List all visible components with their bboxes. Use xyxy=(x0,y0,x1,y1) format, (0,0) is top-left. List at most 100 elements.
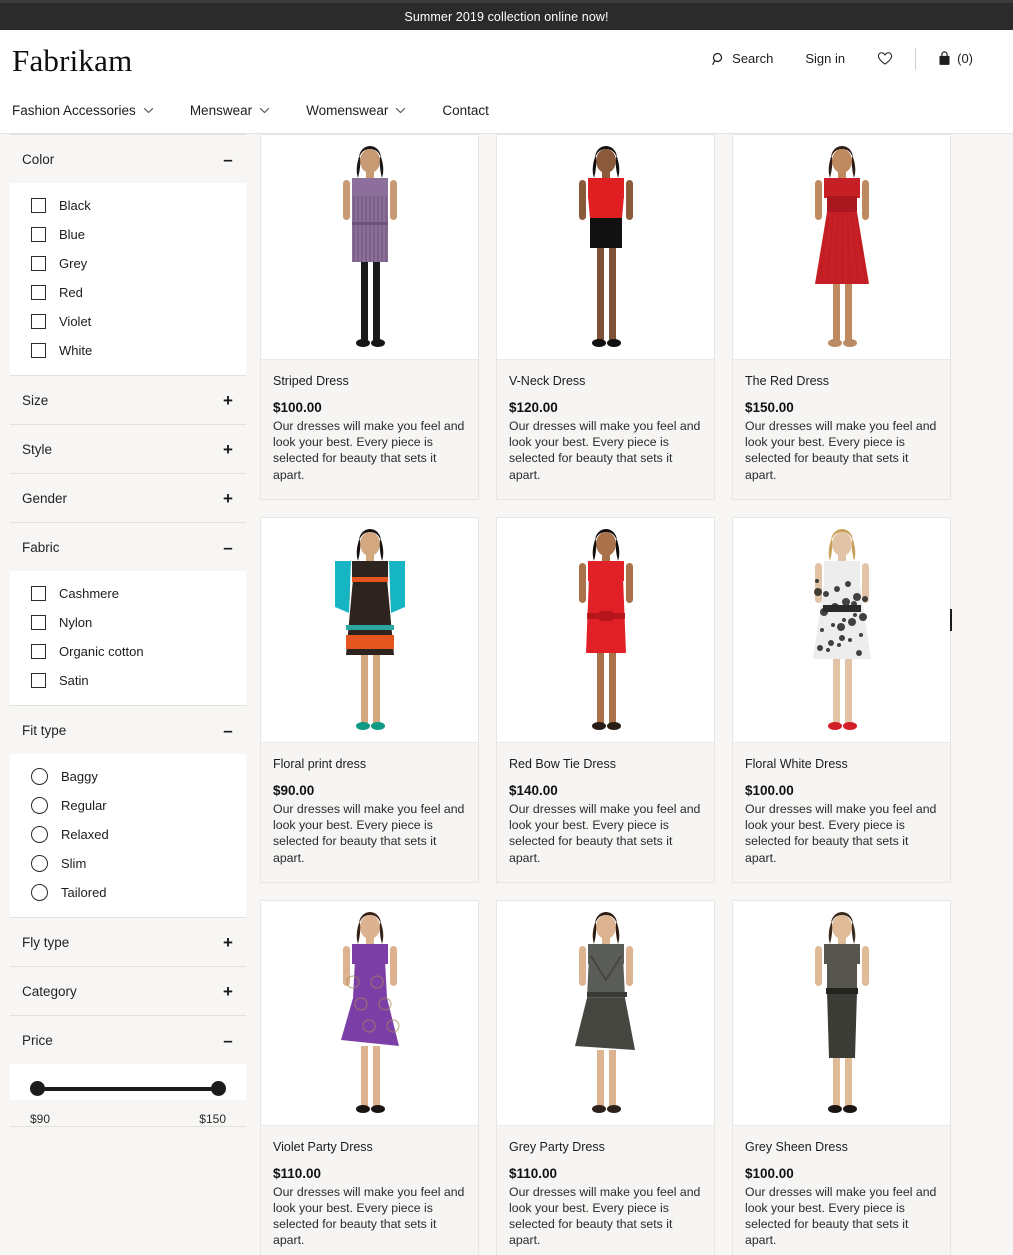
product-image[interactable] xyxy=(733,135,950,359)
collapse-icon[interactable]: – xyxy=(220,151,236,168)
product-image[interactable] xyxy=(261,518,478,742)
product-card[interactable]: Red Bow Tie Dress$140.00Our dresses will… xyxy=(496,517,715,883)
filter-option-black[interactable]: Black xyxy=(10,191,246,220)
checkbox[interactable] xyxy=(31,644,46,659)
product-image[interactable] xyxy=(261,901,478,1125)
filter-option-satin[interactable]: Satin xyxy=(10,666,246,695)
filter-header-style[interactable]: Style+ xyxy=(10,425,246,473)
model-figure xyxy=(295,144,445,359)
product-image[interactable] xyxy=(261,135,478,359)
filter-option-regular[interactable]: Regular xyxy=(10,791,246,820)
filter-option-cashmere[interactable]: Cashmere xyxy=(10,579,246,608)
expand-icon[interactable]: + xyxy=(220,441,236,458)
product-description: Our dresses will make you feel and look … xyxy=(509,418,702,483)
filter-option-blue[interactable]: Blue xyxy=(10,220,246,249)
product-card[interactable]: Striped Dress$100.00Our dresses will mak… xyxy=(260,134,479,500)
filter-option-tailored[interactable]: Tailored xyxy=(10,878,246,907)
product-image[interactable] xyxy=(497,135,714,359)
filter-group-price: Price–$90$150 xyxy=(10,1016,246,1127)
nav-item-fashion-accessories[interactable]: Fashion Accessories xyxy=(12,97,172,124)
product-card[interactable]: V-Neck Dress$120.00Our dresses will make… xyxy=(496,134,715,500)
checkbox[interactable] xyxy=(31,586,46,601)
nav-item-menswear[interactable]: Menswear xyxy=(190,97,288,124)
radio-button[interactable] xyxy=(31,884,48,901)
filter-option-white[interactable]: White xyxy=(10,336,246,365)
product-price: $90.00 xyxy=(273,783,466,798)
filter-option-violet[interactable]: Violet xyxy=(10,307,246,336)
filter-option-grey[interactable]: Grey xyxy=(10,249,246,278)
product-card[interactable]: Floral White Dress$100.00Our dresses wil… xyxy=(732,517,951,883)
product-image[interactable] xyxy=(733,901,950,1125)
filter-option-baggy[interactable]: Baggy xyxy=(10,762,246,791)
radio-button[interactable] xyxy=(31,855,48,872)
radio-button[interactable] xyxy=(31,768,48,785)
filter-header-fit-type[interactable]: Fit type– xyxy=(10,706,246,754)
filter-option-slim[interactable]: Slim xyxy=(10,849,246,878)
checkbox[interactable] xyxy=(31,285,46,300)
collapse-icon[interactable]: – xyxy=(220,722,236,739)
filter-header-gender[interactable]: Gender+ xyxy=(10,474,246,522)
cart-button[interactable]: (0) xyxy=(922,45,989,72)
filter-header-category[interactable]: Category+ xyxy=(10,967,246,1015)
expand-icon[interactable]: + xyxy=(220,983,236,1000)
radio-button[interactable] xyxy=(31,797,48,814)
brand-logo[interactable]: Fabrikam xyxy=(12,42,132,76)
filter-option-red[interactable]: Red xyxy=(10,278,246,307)
product-card[interactable]: Grey Party Dress$110.00Our dresses will … xyxy=(496,900,715,1255)
filter-option-relaxed[interactable]: Relaxed xyxy=(10,820,246,849)
checkbox[interactable] xyxy=(31,227,46,242)
collapse-icon[interactable]: – xyxy=(220,1032,236,1049)
filter-header-fly-type[interactable]: Fly type+ xyxy=(10,918,246,966)
collapse-icon[interactable]: – xyxy=(220,539,236,556)
slider-handle-max[interactable] xyxy=(211,1081,226,1096)
signin-button[interactable]: Sign in xyxy=(789,45,861,72)
filter-header-fabric[interactable]: Fabric– xyxy=(10,523,246,571)
chevron-down-icon xyxy=(259,107,270,114)
product-info: Grey Party Dress$110.00Our dresses will … xyxy=(497,1125,714,1255)
checkbox[interactable] xyxy=(31,615,46,630)
product-price: $110.00 xyxy=(273,1166,466,1181)
filter-option-organic-cotton[interactable]: Organic cotton xyxy=(10,637,246,666)
product-image[interactable] xyxy=(497,901,714,1125)
header-actions: Search Sign in (0) xyxy=(696,45,989,72)
model-figure xyxy=(767,144,917,359)
filter-header-size[interactable]: Size+ xyxy=(10,376,246,424)
wishlist-button[interactable] xyxy=(861,45,909,72)
radio-button[interactable] xyxy=(31,826,48,843)
product-description: Our dresses will make you feel and look … xyxy=(509,801,702,866)
expand-icon[interactable]: + xyxy=(220,392,236,409)
expand-icon[interactable]: + xyxy=(220,934,236,951)
filter-header-color[interactable]: Color– xyxy=(10,135,246,183)
filter-group-fabric: Fabric–CashmereNylonOrganic cottonSatin xyxy=(10,523,246,706)
checkbox[interactable] xyxy=(31,198,46,213)
filter-option-label: Baggy xyxy=(61,769,98,784)
header-divider xyxy=(915,48,916,70)
model-figure xyxy=(295,910,445,1125)
slider-handle-min[interactable] xyxy=(30,1081,45,1096)
expand-icon[interactable]: + xyxy=(220,490,236,507)
filter-options: CashmereNylonOrganic cottonSatin xyxy=(10,571,246,705)
product-card[interactable]: Floral print dress$90.00Our dresses will… xyxy=(260,517,479,883)
checkbox[interactable] xyxy=(31,256,46,271)
product-image[interactable] xyxy=(733,518,950,742)
product-card[interactable]: The Red Dress$150.00Our dresses will mak… xyxy=(732,134,951,500)
filter-option-label: Violet xyxy=(59,314,91,329)
filter-options: BlackBlueGrey Red Violet White xyxy=(10,183,246,375)
product-image[interactable] xyxy=(497,518,714,742)
filter-header-price[interactable]: Price– xyxy=(10,1016,246,1064)
filter-group-fly-type: Fly type+ xyxy=(10,918,246,967)
checkbox[interactable] xyxy=(31,314,46,329)
checkbox[interactable] xyxy=(31,673,46,688)
nav-item-contact[interactable]: Contact xyxy=(442,97,507,124)
checkbox[interactable] xyxy=(31,343,46,358)
filter-group-category: Category+ xyxy=(10,967,246,1016)
product-card[interactable]: Violet Party Dress$110.00Our dresses wil… xyxy=(260,900,479,1255)
filter-option-nylon[interactable]: Nylon xyxy=(10,608,246,637)
price-slider[interactable] xyxy=(30,1080,226,1098)
filter-option-label: Regular xyxy=(61,798,107,813)
product-price: $120.00 xyxy=(509,400,702,415)
filter-option-label: Red xyxy=(59,285,83,300)
nav-item-womenswear[interactable]: Womenswear xyxy=(306,97,424,124)
product-card[interactable]: Grey Sheen Dress$100.00Our dresses will … xyxy=(732,900,951,1255)
search-button[interactable]: Search xyxy=(696,45,789,72)
